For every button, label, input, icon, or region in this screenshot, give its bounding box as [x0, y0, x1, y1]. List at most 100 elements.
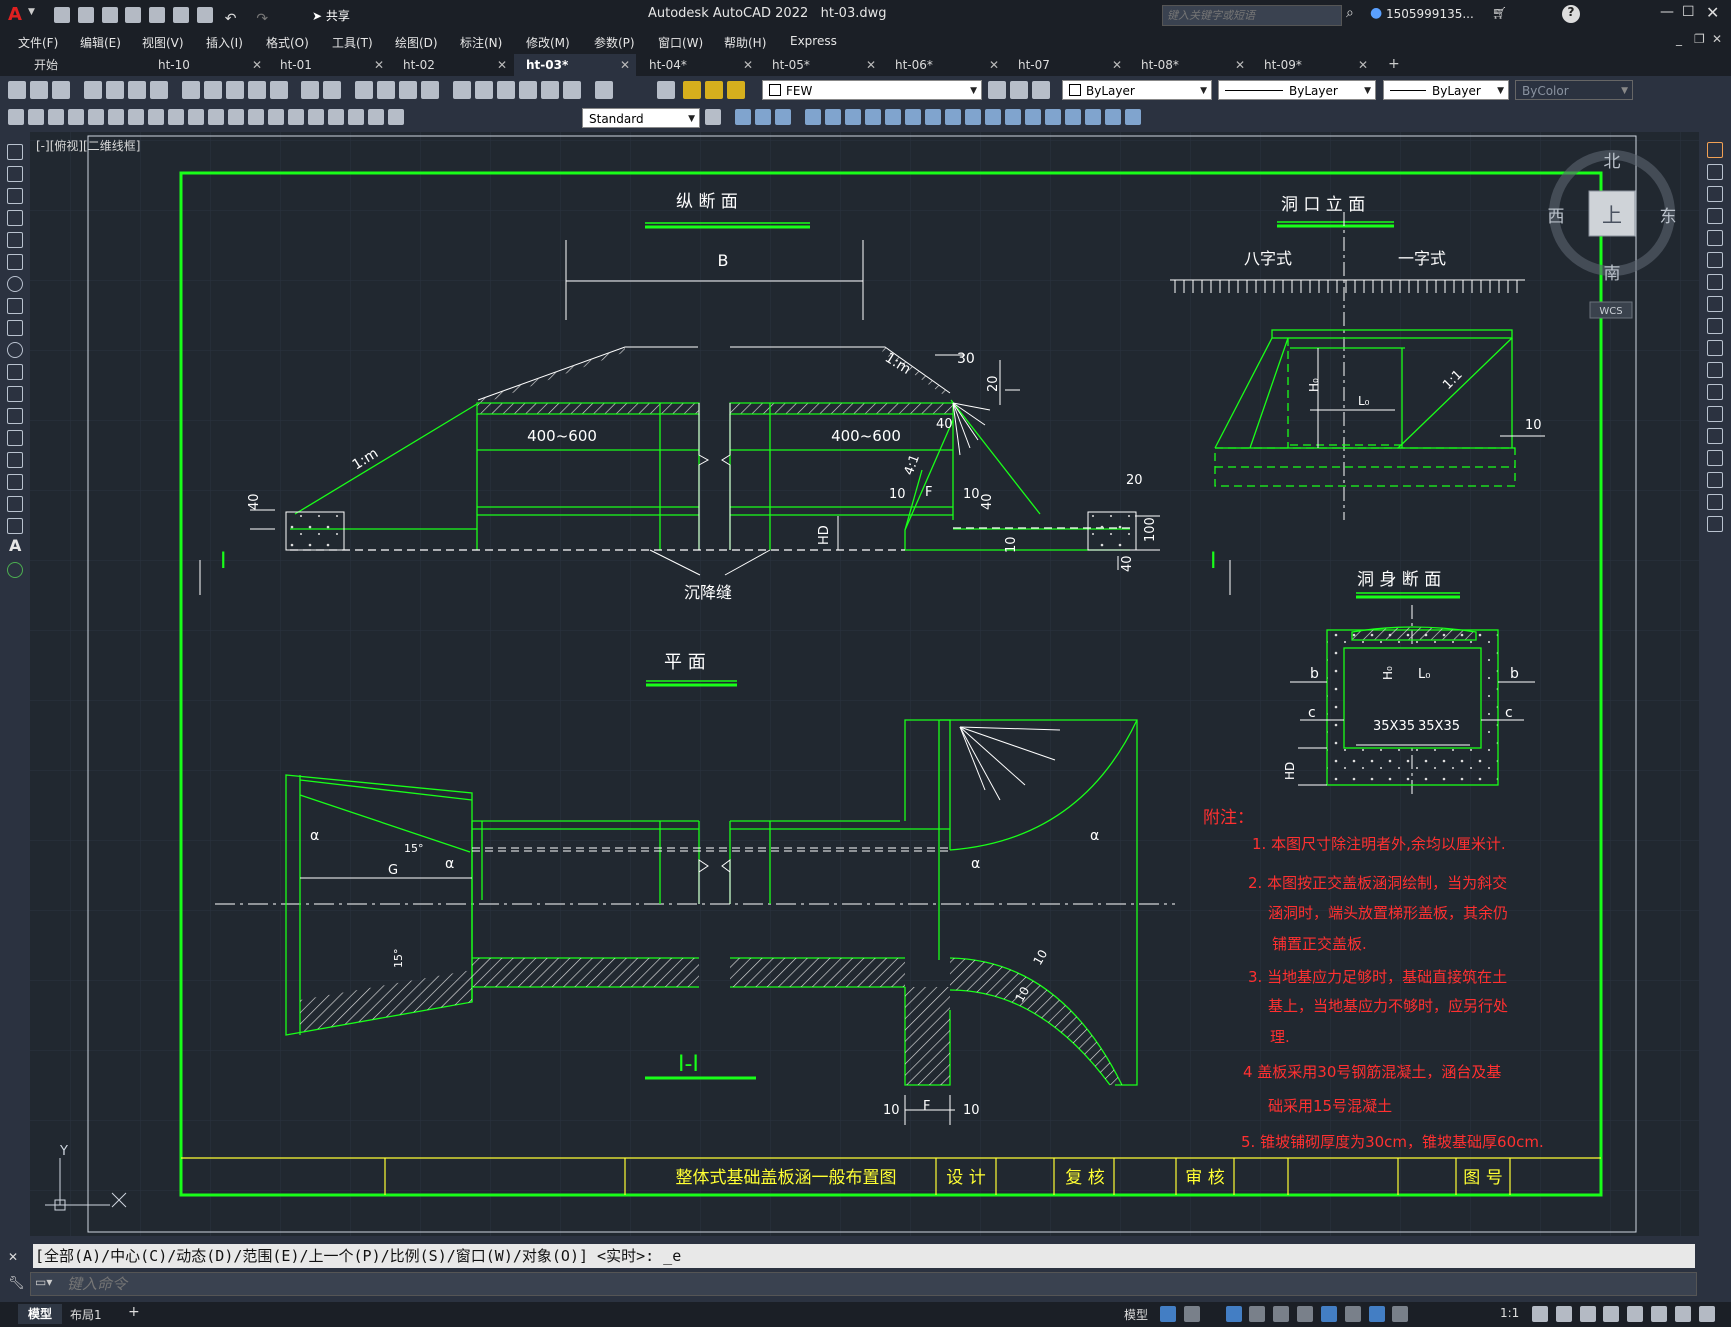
make-current-icon[interactable] — [988, 81, 1006, 99]
intersect-icon[interactable] — [1004, 109, 1021, 125]
quick-dim-icon[interactable] — [168, 109, 184, 125]
dim-style-dropdown[interactable]: Standard ▼ — [582, 108, 700, 128]
dim-jogged-icon[interactable] — [108, 109, 124, 125]
minimize-icon[interactable]: — — [1660, 4, 1674, 20]
menu-file[interactable]: 文件(F) — [18, 34, 58, 51]
menu-window[interactable]: 窗口(W) — [658, 34, 703, 51]
break-icon[interactable] — [1707, 406, 1723, 422]
hatch-icon[interactable] — [7, 452, 23, 468]
tab-ht-05[interactable]: ht-05* ✕ — [760, 54, 882, 76]
layout1-tab[interactable]: 布局1 — [70, 1306, 102, 1323]
command-prompt-icon[interactable]: ▭▾ — [35, 1275, 52, 1289]
break-point-icon[interactable] — [1707, 384, 1723, 400]
box-icon[interactable] — [734, 109, 751, 125]
array-icon[interactable] — [1707, 230, 1723, 246]
torus-icon[interactable] — [844, 109, 861, 125]
blend-icon[interactable] — [1707, 494, 1723, 510]
trim-icon[interactable] — [1707, 340, 1723, 356]
subtract-icon[interactable] — [984, 109, 1001, 125]
offset-icon[interactable] — [1707, 208, 1723, 224]
cone-icon[interactable] — [774, 109, 791, 125]
wedge-icon[interactable] — [754, 109, 771, 125]
annotation-scale[interactable]: 1:1 — [1500, 1306, 1519, 1320]
dim-linear-icon[interactable] — [8, 109, 24, 125]
save-icon[interactable] — [52, 81, 70, 99]
make-block-icon[interactable] — [7, 408, 23, 424]
autocad-logo[interactable]: A — [8, 5, 28, 25]
help-icon[interactable]: ? — [1562, 5, 1580, 23]
doc-close-icon[interactable]: ✕ — [1712, 32, 1722, 46]
command-close-icon[interactable]: ✕ — [8, 1250, 18, 1264]
command-input[interactable] — [65, 1274, 1669, 1294]
tab-close-icon[interactable]: ✕ — [1112, 54, 1122, 76]
lineweight-dropdown[interactable]: ByLayer ▼ — [1383, 80, 1509, 100]
auto-scale-icon[interactable] — [1392, 1306, 1409, 1322]
layer-lock-icon[interactable] — [726, 81, 745, 99]
calculator-icon[interactable] — [563, 81, 582, 99]
3d-array-icon[interactable] — [1124, 109, 1141, 125]
layer-properties-icon[interactable] — [657, 81, 675, 99]
search-box[interactable] — [1162, 5, 1342, 26]
inspect-icon[interactable] — [308, 109, 324, 125]
tab-close-icon[interactable]: ✕ — [989, 54, 999, 76]
region-icon[interactable] — [7, 496, 23, 512]
wcs-label[interactable]: WCS — [1599, 306, 1622, 317]
annotation-monitor-icon[interactable] — [1555, 1306, 1572, 1322]
zoom-window-icon[interactable] — [399, 81, 418, 99]
redo-icon[interactable] — [323, 81, 342, 99]
extrude-icon[interactable] — [884, 109, 901, 125]
center-mark-icon[interactable] — [288, 109, 304, 125]
model-tab[interactable]: 模型 — [18, 1304, 62, 1324]
object-snap-icon[interactable] — [1320, 1306, 1337, 1322]
plot-preview-icon[interactable] — [105, 81, 124, 99]
block-editor-icon[interactable] — [269, 81, 288, 99]
color-dropdown[interactable]: ByLayer ▼ — [1062, 80, 1212, 100]
dim-edit-icon[interactable] — [348, 109, 364, 125]
tab-ht-04[interactable]: ht-04* ✕ — [637, 54, 759, 76]
dim-radius-icon[interactable] — [88, 109, 104, 125]
menu-express[interactable]: Express — [790, 34, 837, 48]
union-icon[interactable] — [964, 109, 981, 125]
drawing-canvas[interactable]: 整体式基础盖板涵一般布置图 设 计 复 核 审 核 图 号 [-][俯视][二维… — [30, 132, 1699, 1236]
units-icon[interactable] — [1579, 1306, 1596, 1322]
fillet-icon[interactable] — [1707, 472, 1723, 488]
qnew-icon[interactable] — [8, 81, 26, 99]
viewcube-north[interactable]: 北 — [1604, 152, 1621, 172]
snap-mode-icon[interactable] — [1183, 1306, 1200, 1322]
circle-icon[interactable] — [7, 276, 23, 292]
plotstyle-dropdown[interactable]: ByColor ▼ — [1515, 80, 1633, 100]
layer-previous-icon[interactable] — [1010, 81, 1028, 99]
cart-icon[interactable]: 🛒︎ — [1492, 6, 1507, 20]
pan-icon[interactable] — [355, 81, 374, 99]
new-file-icon[interactable] — [54, 7, 70, 23]
section-plane-icon[interactable] — [1044, 109, 1061, 125]
undo-icon[interactable] — [301, 81, 320, 99]
hardware-accel-icon[interactable] — [1651, 1306, 1668, 1322]
tab-ht-10[interactable]: ht-10 ✕ — [146, 54, 268, 76]
revcloud-icon[interactable] — [7, 298, 23, 314]
tab-ht-06[interactable]: ht-06* ✕ — [883, 54, 1005, 76]
menu-draw[interactable]: 绘图(D) — [395, 34, 438, 51]
save-icon[interactable] — [101, 7, 118, 23]
dwf-icon[interactable] — [149, 81, 168, 99]
pyramid-icon[interactable] — [864, 109, 881, 125]
mtext-icon[interactable]: A — [9, 536, 21, 555]
dim-space-icon[interactable] — [228, 109, 244, 125]
line-icon[interactable] — [7, 144, 23, 160]
object-snap-tracking-icon[interactable] — [1297, 1306, 1314, 1322]
polar-tracking-icon[interactable] — [1249, 1306, 1266, 1322]
dim-diameter-icon[interactable] — [128, 109, 144, 125]
undo-icon[interactable]: ↶ — [225, 11, 237, 27]
insert-block-icon[interactable] — [7, 386, 23, 402]
spline-icon[interactable] — [7, 320, 23, 336]
tolerance-icon[interactable] — [268, 109, 284, 125]
isolate-objects-icon[interactable] — [1627, 1306, 1644, 1322]
ellipse-icon[interactable] — [7, 342, 23, 358]
app-menu-dropdown-icon[interactable]: ▼ — [28, 7, 35, 17]
copy-icon[interactable] — [203, 81, 222, 99]
layer-dropdown[interactable]: FEW ▼ — [762, 80, 982, 100]
tab-close-icon[interactable]: ✕ — [1235, 54, 1245, 76]
explode-icon[interactable] — [1707, 516, 1723, 532]
menu-edit[interactable]: 编辑(E) — [80, 34, 121, 51]
viewport-label[interactable]: [-][俯视][二维线框] — [36, 138, 140, 153]
